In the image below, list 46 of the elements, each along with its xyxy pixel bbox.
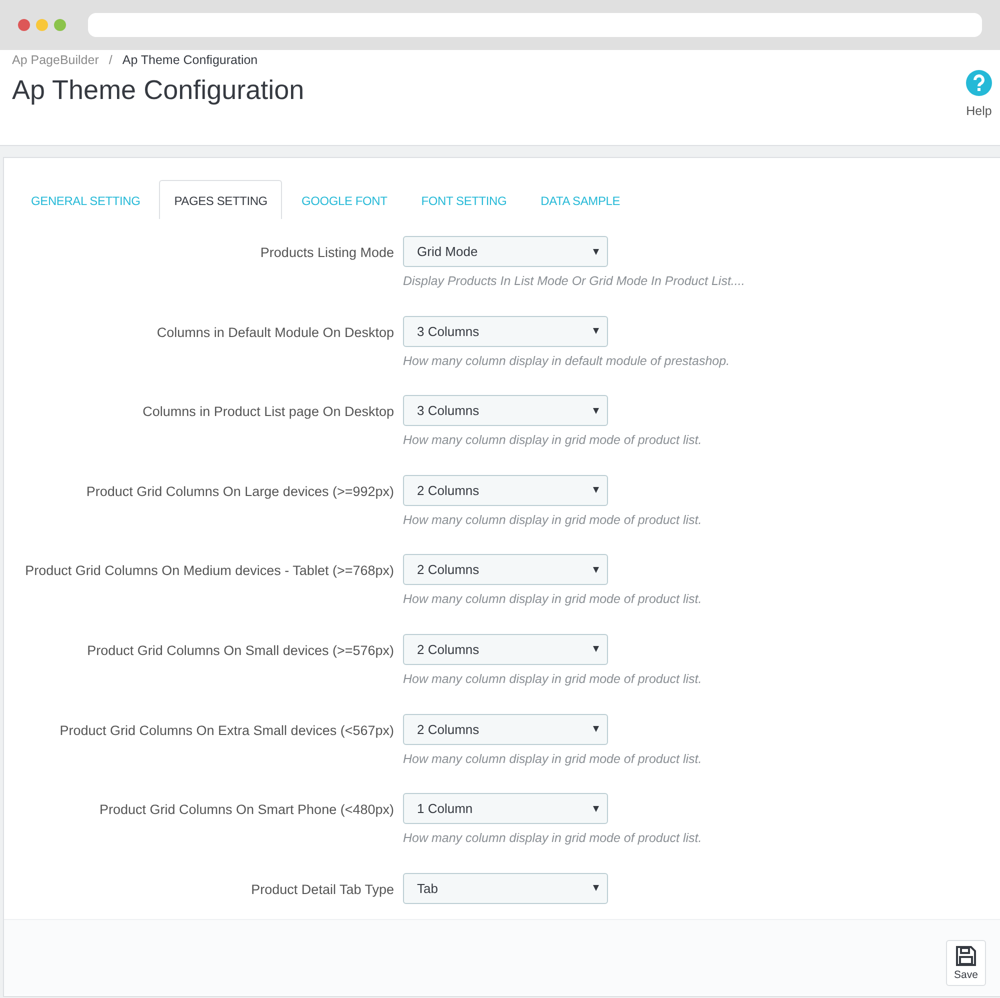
dropdown[interactable]: 2 Columns (403, 474, 608, 506)
dropdown[interactable]: 1 Column (403, 793, 608, 824)
help-text: Display Products In List Mode Or Grid Mode In Product List.... (403, 274, 745, 288)
field-label: Product Grid Columns On Extra Small devices (<567px) (58, 722, 395, 740)
close-dot-icon[interactable] (18, 19, 30, 31)
dropdown[interactable]: 2 Columns (403, 634, 608, 665)
help-text: How many column display in grid mode of product list. (403, 433, 702, 448)
field-label: Products Listing Mode (259, 244, 395, 262)
field-label: Columns in Product List page On Desktop (142, 403, 395, 422)
caret-icon (593, 408, 599, 414)
help-text: How many column display in grid mode of product list. (403, 831, 702, 846)
breadcrumb-separator: / (108, 53, 112, 67)
caret-icon (593, 806, 599, 812)
caret-icon (593, 566, 599, 573)
help-text: How many column display in grid mode of product list. (403, 672, 702, 686)
dropdown[interactable]: Tab (403, 872, 608, 904)
field-label: Product Detail Tab Type (250, 880, 395, 899)
minimize-dot-icon[interactable] (36, 19, 48, 31)
caret-icon (593, 487, 599, 494)
address-bar[interactable] (88, 13, 982, 37)
help-text: How many column display in grid mode of product list. (403, 752, 702, 766)
dropdown[interactable]: 2 Columns (403, 554, 608, 586)
help-text: How many column display in grid mode of product list. (403, 592, 702, 606)
maximize-dot-icon[interactable] (54, 19, 66, 31)
help-text: How many column display in default module of prestashop. (403, 354, 730, 368)
tab[interactable]: PAGES SETTING (159, 180, 282, 219)
save-button[interactable]: Save (946, 940, 986, 986)
caret-icon (593, 328, 599, 334)
dropdown[interactable]: 3 Columns (403, 316, 608, 347)
breadcrumb-current: Ap Theme Configuration (122, 53, 258, 67)
dropdown[interactable]: 3 Columns (403, 395, 608, 426)
caret-icon (593, 248, 599, 254)
help-icon (966, 70, 992, 96)
help-text: How many column display in grid mode of product list. (403, 512, 702, 527)
field-label: Columns in Default Module On Desktop (156, 324, 395, 342)
dropdown[interactable]: Grid Mode (403, 236, 608, 267)
field-label: Product Grid Columns On Small devices (>=576px) (86, 642, 395, 660)
page-title: Ap Theme Configuration (12, 75, 304, 106)
field-label: Product Grid Columns On Large devices (>=992px) (85, 482, 395, 501)
caret-icon (593, 885, 599, 892)
field-label: Product Grid Columns On Smart Phone (<480px) (98, 801, 395, 820)
dropdown[interactable]: 2 Columns (403, 714, 608, 745)
help-button[interactable]: Help (966, 70, 992, 118)
field-label: Product Grid Columns On Medium devices - Tablet (>=768px) (24, 562, 395, 580)
caret-icon (593, 726, 599, 732)
caret-icon (593, 646, 599, 652)
